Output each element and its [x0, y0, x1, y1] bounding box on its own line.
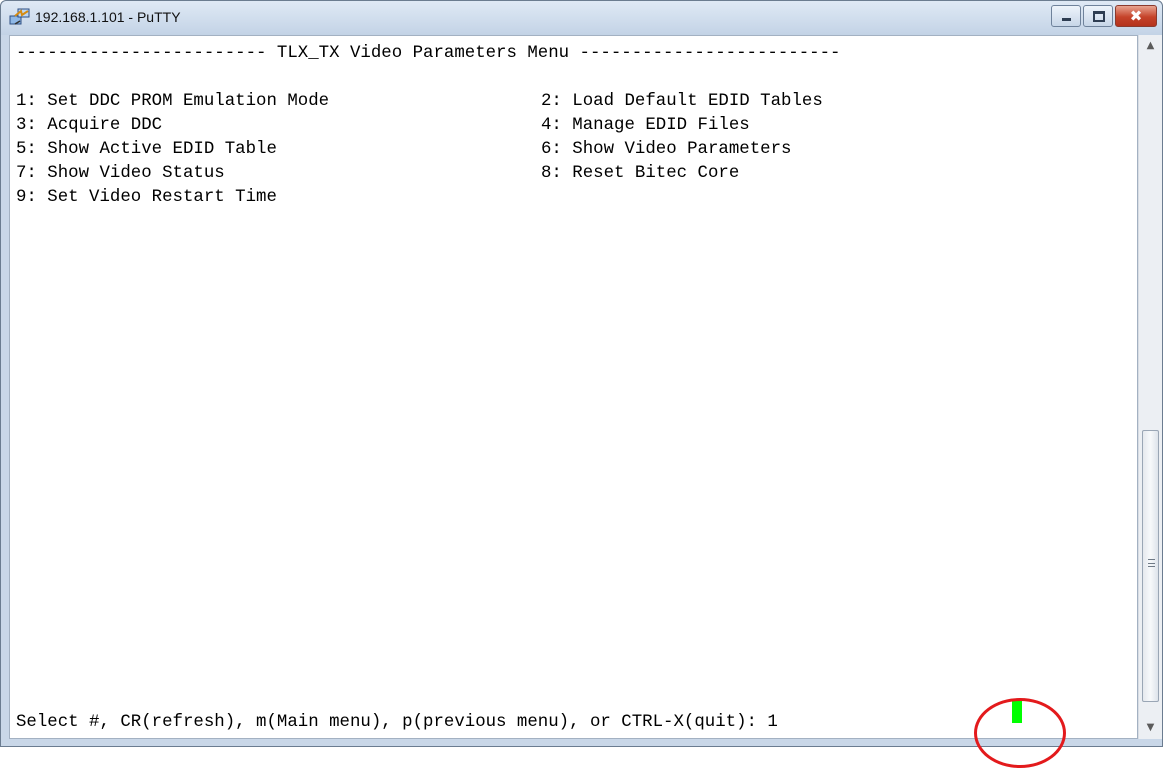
- command-prompt: Select #, CR(refresh), m(Main menu), p(p…: [16, 713, 778, 732]
- menu-item-5: 5: Show Active EDID Table: [16, 140, 277, 159]
- minimize-button[interactable]: [1051, 5, 1081, 27]
- maximize-button[interactable]: [1083, 5, 1113, 27]
- scroll-down-arrow-icon[interactable]: ▼: [1139, 717, 1162, 739]
- menu-item-3: 3: Acquire DDC: [16, 116, 163, 135]
- close-icon: ✖: [1129, 7, 1143, 25]
- close-button[interactable]: ✖: [1115, 5, 1157, 27]
- menu-item-6: 6: Show Video Parameters: [541, 140, 792, 159]
- title-bar[interactable]: 192.168.1.101 - PuTTY ✖: [1, 1, 1162, 35]
- window-title: 192.168.1.101 - PuTTY: [35, 9, 181, 25]
- menu-item-7: 7: Show Video Status: [16, 164, 225, 183]
- menu-header: ------------------------ TLX_TX Video Pa…: [16, 44, 841, 63]
- putty-icon[interactable]: [9, 7, 31, 27]
- terminal-cursor: [1012, 701, 1022, 723]
- scrollbar-thumb[interactable]: [1142, 430, 1159, 702]
- menu-item-8: 8: Reset Bitec Core: [541, 164, 740, 183]
- menu-item-4: 4: Manage EDID Files: [541, 116, 750, 135]
- menu-item-9: 9: Set Video Restart Time: [16, 188, 277, 207]
- menu-item-1: 1: Set DDC PROM Emulation Mode: [16, 92, 330, 111]
- putty-window: 192.168.1.101 - PuTTY ✖ ----------------…: [0, 0, 1163, 747]
- terminal-area[interactable]: ------------------------ TLX_TX Video Pa…: [9, 35, 1138, 739]
- scroll-up-arrow-icon[interactable]: ▲: [1139, 35, 1162, 57]
- vertical-scrollbar[interactable]: ▲ ▼: [1138, 35, 1162, 739]
- scrollbar-grip-icon: [1148, 559, 1155, 567]
- menu-item-2: 2: Load Default EDID Tables: [541, 92, 823, 111]
